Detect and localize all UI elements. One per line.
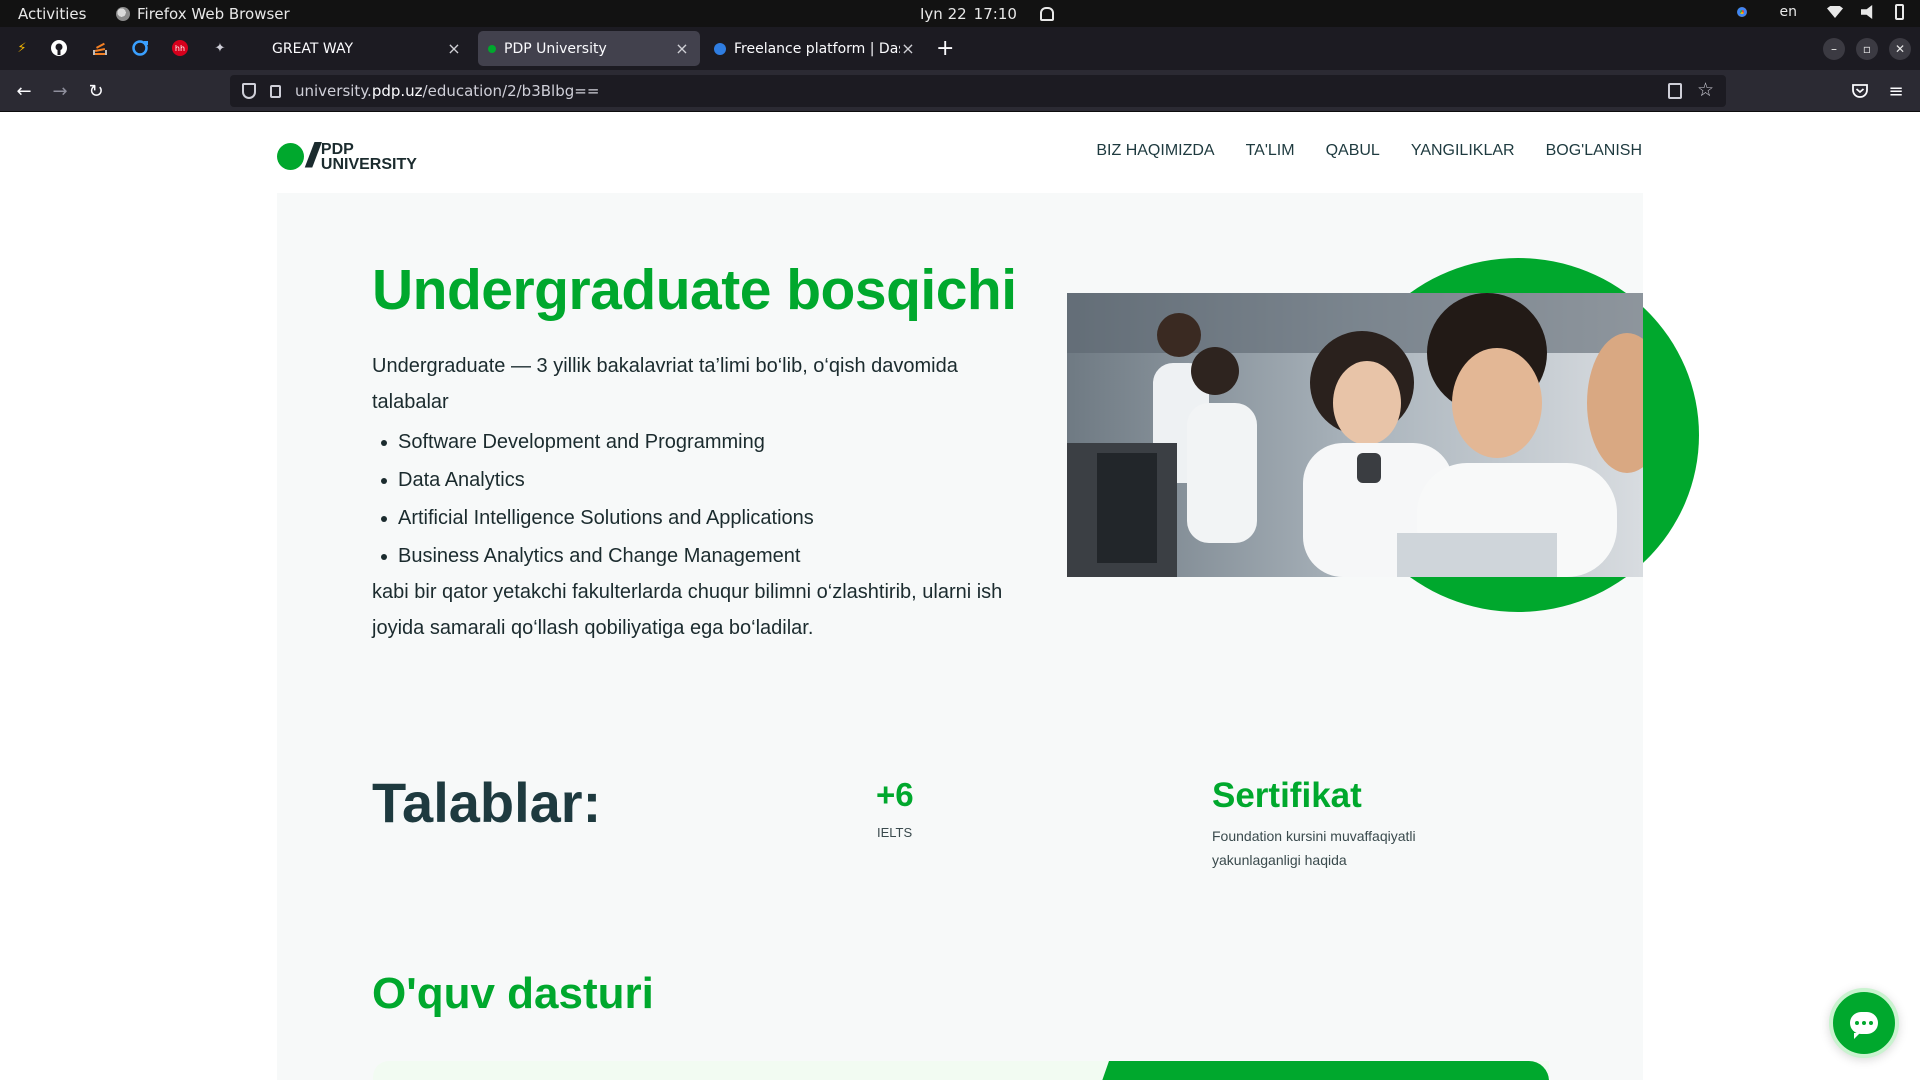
- tab-freelance-platform[interactable]: Freelance platform | Dash ×: [704, 31, 926, 66]
- tab-strip: ⚡ hh ✦ GREAT WAY × PDP University × Free…: [0, 27, 1920, 70]
- battery-icon: [1895, 4, 1904, 20]
- bookmark-star-icon[interactable]: ☆: [1697, 79, 1714, 101]
- wifi-icon: [1827, 6, 1843, 18]
- pdp-favicon-icon: [488, 44, 496, 53]
- tracking-protection-shield-icon[interactable]: [242, 83, 256, 99]
- curriculum-title: O'quv dasturi: [372, 969, 654, 1018]
- chat-bubble-icon: [1850, 1012, 1878, 1039]
- lock-icon[interactable]: [270, 84, 281, 98]
- close-tab-icon[interactable]: ×: [900, 39, 916, 58]
- page-title: Undergraduate bosqichi: [372, 258, 1017, 322]
- certificate-title: Sertifikat: [1212, 776, 1362, 815]
- pinned-tab-sync-icon[interactable]: [130, 38, 150, 58]
- time-label: 17:10: [973, 5, 1017, 23]
- ielts-score: +6: [876, 776, 914, 813]
- tab-title: Freelance platform | Dash: [734, 40, 900, 57]
- main-navigation: BIZ HAQIMIZDA TA'LIM QABUL YANGILIKLAR B…: [1096, 142, 1642, 160]
- nav-news[interactable]: YANGILIKLAR: [1411, 142, 1515, 160]
- outro-text: kabi bir qator yetakchi fakulterlarda ch…: [372, 581, 1003, 639]
- intro-text: Undergraduate — 3 yillik bakalavriat ta’…: [372, 355, 958, 413]
- hamburger-menu-icon[interactable]: ≡: [1884, 79, 1908, 103]
- web-page: // PDP UNIVERSITY BIZ HAQIMIZDA TA'LIM Q…: [0, 112, 1920, 1080]
- nav-contact[interactable]: BOG'LANISH: [1546, 142, 1642, 160]
- students-photo: [1067, 293, 1643, 577]
- forward-button[interactable]: →: [48, 79, 72, 103]
- restore-window-button[interactable]: ▫: [1856, 38, 1878, 60]
- tab-pdp-university[interactable]: PDP University ×: [478, 31, 700, 66]
- logo-dot: [277, 143, 304, 170]
- ielts-label: IELTS: [877, 825, 913, 840]
- faculty-item: Artificial Intelligence Solutions and Ap…: [372, 499, 814, 537]
- url-bar[interactable]: university.pdp.uz/education/2/b3Blbg== ☆: [230, 75, 1726, 107]
- language-indicator[interactable]: en: [1780, 4, 1798, 20]
- tab-title: GREAT WAY: [272, 40, 354, 57]
- pinned-tab-hh-icon[interactable]: hh: [170, 38, 190, 58]
- url-text[interactable]: university.pdp.uz/education/2/b3Blbg==: [295, 82, 599, 100]
- nav-education[interactable]: TA'LIM: [1246, 142, 1295, 160]
- system-tray[interactable]: en: [1733, 4, 1904, 20]
- close-tab-icon[interactable]: ×: [674, 39, 690, 58]
- faculty-item: Data Analytics: [372, 461, 814, 499]
- clock[interactable]: Iyn 22 17:10: [920, 5, 1054, 23]
- back-button[interactable]: ←: [12, 79, 36, 103]
- faculty-item: Business Analytics and Change Management: [372, 537, 814, 575]
- faculty-list: Software Development and Programming Dat…: [372, 423, 814, 575]
- notification-bell-icon: [1039, 7, 1054, 21]
- reader-view-icon[interactable]: [1668, 83, 1682, 99]
- pinned-tab-figure-icon[interactable]: ✦: [210, 38, 230, 58]
- nav-admission[interactable]: QABUL: [1326, 142, 1380, 160]
- app-name: Firefox Web Browser: [137, 5, 290, 23]
- nav-about[interactable]: BIZ HAQIMIZDA: [1096, 142, 1214, 160]
- tab-title: PDP University: [504, 40, 607, 57]
- app-menu[interactable]: Firefox Web Browser: [116, 5, 290, 23]
- pdp-university-logo[interactable]: // PDP UNIVERSITY: [277, 137, 417, 176]
- close-window-button[interactable]: ✕: [1889, 38, 1911, 60]
- activities-button[interactable]: Activities: [18, 5, 86, 23]
- pinned-tab-stackoverflow-icon[interactable]: [90, 38, 110, 58]
- pocket-icon[interactable]: [1848, 79, 1872, 103]
- system-top-bar: Activities Firefox Web Browser Iyn 22 17…: [0, 0, 1920, 27]
- logo-slashes: //: [306, 137, 319, 175]
- tab-great-way[interactable]: GREAT WAY ×: [250, 31, 472, 66]
- minimize-window-button[interactable]: –: [1823, 38, 1845, 60]
- faculty-item: Software Development and Programming: [372, 423, 814, 461]
- freelance-favicon-icon: [714, 42, 726, 55]
- requirements-title: Talablar:: [372, 771, 602, 834]
- volume-icon: [1861, 5, 1873, 19]
- svg-text:hh: hh: [175, 44, 185, 53]
- chrome-icon[interactable]: [1733, 4, 1750, 20]
- pinned-tab-bolt-icon[interactable]: ⚡: [12, 38, 32, 58]
- curriculum-card-accent: [1095, 1061, 1549, 1080]
- reload-button[interactable]: ↻: [84, 79, 108, 103]
- navigation-toolbar: ← → ↻ university.pdp.uz/education/2/b3Bl…: [0, 70, 1920, 112]
- undergraduate-section: Undergraduate bosqichi Undergraduate — 3…: [277, 193, 1699, 1080]
- certificate-description: Foundation kursini muvaffaqiyatli yakunl…: [1212, 828, 1416, 868]
- close-tab-icon[interactable]: ×: [446, 39, 462, 58]
- pinned-tab-github-icon[interactable]: [49, 38, 69, 58]
- logo-text: PDP UNIVERSITY: [320, 140, 417, 173]
- date-label: Iyn 22: [920, 5, 967, 23]
- firefox-icon: [116, 7, 130, 21]
- new-tab-button[interactable]: +: [936, 36, 954, 61]
- chat-button[interactable]: [1829, 988, 1899, 1058]
